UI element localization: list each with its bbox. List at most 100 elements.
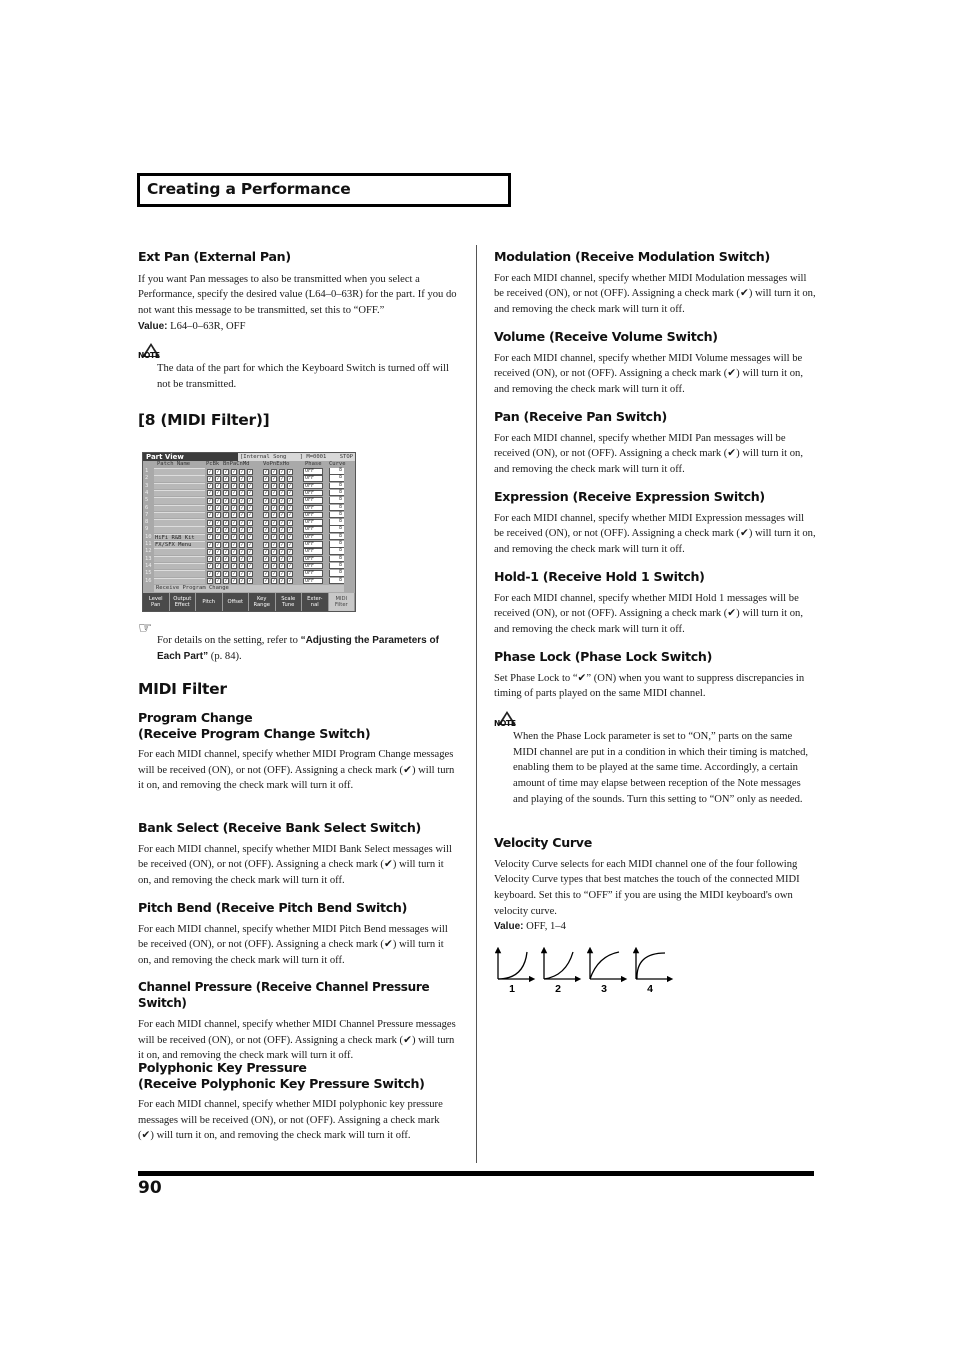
receive-checkbox[interactable]: ✓ bbox=[247, 468, 253, 475]
receive-checkbox[interactable]: ✓ bbox=[231, 519, 237, 526]
receive-checkbox[interactable]: ✓ bbox=[223, 541, 229, 548]
receive-checkbox[interactable]: ✓ bbox=[223, 512, 229, 519]
receive-checkbox[interactable]: ✓ bbox=[263, 490, 269, 497]
receive-checkbox[interactable]: ✓ bbox=[207, 512, 213, 519]
receive-checkbox[interactable]: ✓ bbox=[231, 468, 237, 475]
receive-checkbox[interactable]: ✓ bbox=[223, 468, 229, 475]
receive-checkbox[interactable]: ✓ bbox=[215, 541, 221, 548]
receive-checkbox[interactable]: ✓ bbox=[263, 541, 269, 548]
receive-checkbox[interactable]: ✓ bbox=[239, 512, 245, 519]
receive-checkbox[interactable]: ✓ bbox=[271, 556, 277, 563]
receive-checkbox[interactable]: ✓ bbox=[247, 541, 253, 548]
receive-checkbox[interactable]: ✓ bbox=[231, 534, 237, 541]
receive-checkbox[interactable]: ✓ bbox=[263, 563, 269, 570]
receive-checkbox[interactable]: ✓ bbox=[239, 556, 245, 563]
receive-checkbox[interactable]: ✓ bbox=[263, 505, 269, 511]
receive-checkbox[interactable]: ✓ bbox=[223, 548, 229, 555]
receive-checkbox[interactable]: ✓ bbox=[231, 578, 237, 584]
receive-checkbox[interactable]: ✓ bbox=[207, 505, 213, 511]
receive-checkbox[interactable]: ✓ bbox=[223, 497, 229, 504]
receive-checkbox[interactable]: ✓ bbox=[247, 526, 253, 533]
row-velocity-curve[interactable]: 8 bbox=[329, 497, 344, 504]
receive-checkbox[interactable]: ✓ bbox=[215, 505, 221, 511]
receive-checkbox[interactable]: ✓ bbox=[231, 541, 237, 548]
receive-checkbox[interactable]: ✓ bbox=[271, 548, 277, 555]
receive-checkbox[interactable]: ✓ bbox=[287, 490, 293, 497]
receive-checkbox[interactable]: ✓ bbox=[263, 512, 269, 519]
row-phase-lock[interactable]: OFF bbox=[303, 489, 323, 497]
receive-checkbox[interactable]: ✓ bbox=[263, 475, 269, 482]
receive-checkbox[interactable]: ✓ bbox=[239, 548, 245, 555]
receive-checkbox[interactable]: ✓ bbox=[247, 497, 253, 504]
receive-checkbox[interactable]: ✓ bbox=[287, 475, 293, 482]
receive-checkbox[interactable]: ✓ bbox=[263, 497, 269, 504]
receive-checkbox[interactable]: ✓ bbox=[215, 490, 221, 497]
receive-checkbox[interactable]: ✓ bbox=[239, 526, 245, 533]
receive-checkbox[interactable]: ✓ bbox=[231, 512, 237, 519]
receive-checkbox[interactable]: ✓ bbox=[223, 483, 229, 490]
receive-checkbox[interactable]: ✓ bbox=[271, 483, 277, 490]
receive-checkbox[interactable]: ✓ bbox=[207, 548, 213, 555]
receive-checkbox[interactable]: ✓ bbox=[287, 541, 293, 548]
receive-checkbox[interactable]: ✓ bbox=[247, 505, 253, 511]
receive-checkbox[interactable]: ✓ bbox=[279, 483, 285, 490]
receive-checkbox[interactable]: ✓ bbox=[247, 483, 253, 490]
receive-checkbox[interactable]: ✓ bbox=[247, 578, 253, 584]
row-phase-lock[interactable]: OFF bbox=[303, 541, 323, 548]
receive-checkbox[interactable]: ✓ bbox=[231, 483, 237, 490]
row-velocity-curve[interactable]: 8 bbox=[329, 475, 344, 482]
receive-checkbox[interactable]: ✓ bbox=[215, 483, 221, 490]
receive-checkbox[interactable]: ✓ bbox=[287, 512, 293, 519]
receive-checkbox[interactable]: ✓ bbox=[231, 475, 237, 482]
receive-checkbox[interactable]: ✓ bbox=[279, 578, 285, 584]
row-phase-lock[interactable]: OFF bbox=[303, 533, 323, 541]
receive-checkbox[interactable]: ✓ bbox=[287, 468, 293, 475]
receive-checkbox[interactable]: ✓ bbox=[239, 578, 245, 584]
receive-checkbox[interactable]: ✓ bbox=[279, 563, 285, 570]
receive-checkbox[interactable]: ✓ bbox=[263, 519, 269, 526]
receive-checkbox[interactable]: ✓ bbox=[271, 475, 277, 482]
receive-checkbox[interactable]: ✓ bbox=[279, 526, 285, 533]
receive-checkbox[interactable]: ✓ bbox=[207, 578, 213, 584]
receive-checkbox[interactable]: ✓ bbox=[239, 475, 245, 482]
receive-checkbox[interactable]: ✓ bbox=[223, 490, 229, 497]
receive-checkbox[interactable]: ✓ bbox=[239, 541, 245, 548]
receive-checkbox[interactable]: ✓ bbox=[207, 497, 213, 504]
receive-checkbox[interactable]: ✓ bbox=[247, 548, 253, 555]
receive-checkbox[interactable]: ✓ bbox=[231, 563, 237, 570]
receive-checkbox[interactable]: ✓ bbox=[247, 534, 253, 541]
receive-checkbox[interactable]: ✓ bbox=[271, 563, 277, 570]
receive-checkbox[interactable]: ✓ bbox=[271, 570, 277, 577]
row-phase-lock[interactable]: OFF bbox=[303, 482, 323, 490]
screen-tab[interactable]: Scale Tune bbox=[275, 593, 302, 611]
receive-checkbox[interactable]: ✓ bbox=[279, 475, 285, 482]
receive-checkbox[interactable]: ✓ bbox=[263, 548, 269, 555]
row-velocity-curve[interactable]: 8 bbox=[329, 548, 344, 555]
receive-checkbox[interactable]: ✓ bbox=[271, 526, 277, 533]
row-velocity-curve[interactable]: 8 bbox=[329, 570, 344, 577]
receive-checkbox[interactable]: ✓ bbox=[279, 570, 285, 577]
receive-checkbox[interactable]: ✓ bbox=[207, 534, 213, 541]
receive-checkbox[interactable]: ✓ bbox=[239, 490, 245, 497]
receive-checkbox[interactable]: ✓ bbox=[279, 541, 285, 548]
receive-checkbox[interactable]: ✓ bbox=[287, 578, 293, 584]
receive-checkbox[interactable]: ✓ bbox=[231, 548, 237, 555]
screen-tab[interactable]: Output Effect bbox=[169, 593, 196, 611]
receive-checkbox[interactable]: ✓ bbox=[247, 570, 253, 577]
receive-checkbox[interactable]: ✓ bbox=[223, 526, 229, 533]
receive-checkbox[interactable]: ✓ bbox=[215, 556, 221, 563]
receive-checkbox[interactable]: ✓ bbox=[207, 475, 213, 482]
receive-checkbox[interactable]: ✓ bbox=[287, 526, 293, 533]
screen-tab[interactable]: Level Pan bbox=[143, 593, 170, 611]
receive-checkbox[interactable]: ✓ bbox=[279, 468, 285, 475]
receive-checkbox[interactable]: ✓ bbox=[207, 490, 213, 497]
receive-checkbox[interactable]: ✓ bbox=[239, 519, 245, 526]
receive-checkbox[interactable]: ✓ bbox=[263, 556, 269, 563]
screen-tab[interactable]: Offset bbox=[222, 593, 249, 611]
receive-checkbox[interactable]: ✓ bbox=[231, 526, 237, 533]
receive-checkbox[interactable]: ✓ bbox=[247, 512, 253, 519]
receive-checkbox[interactable]: ✓ bbox=[231, 505, 237, 511]
row-phase-lock[interactable]: OFF bbox=[303, 577, 323, 585]
receive-checkbox[interactable]: ✓ bbox=[207, 563, 213, 570]
receive-checkbox[interactable]: ✓ bbox=[239, 534, 245, 541]
